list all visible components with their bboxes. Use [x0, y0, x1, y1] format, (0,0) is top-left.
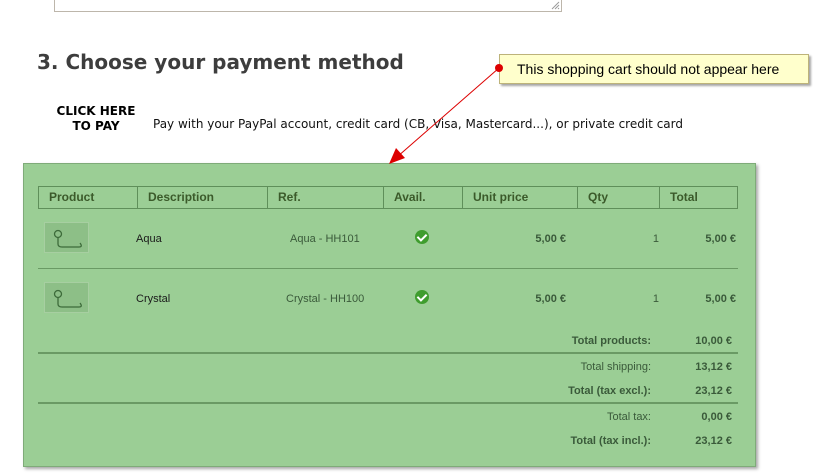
check-circle-icon	[415, 290, 429, 304]
total-tax-value: 0,00 €	[701, 411, 732, 423]
row-unit-price: 5,00 €	[535, 233, 566, 245]
hook-icon	[53, 289, 82, 308]
row-description[interactable]: Crystal	[136, 293, 170, 305]
total-products-label: Total products:	[571, 335, 651, 347]
shopping-cart: Product Description Ref. Avail. Unit pri…	[23, 163, 756, 467]
row-qty: 1	[652, 293, 659, 305]
payment-description: Pay with your PayPal account, credit car…	[153, 117, 683, 131]
col-total: Total	[670, 190, 698, 204]
row-total: 5,00 €	[705, 293, 736, 305]
total-tax-excl-value: 23,12 €	[695, 385, 732, 397]
col-description: Description	[138, 187, 268, 208]
product-thumbnail[interactable]	[44, 222, 89, 253]
col-unit-price: Unit price	[463, 187, 578, 208]
totals-divider	[38, 352, 738, 354]
col-qty: Qty	[578, 187, 660, 208]
comment-textarea[interactable]	[54, 0, 562, 12]
annotation-note: This shopping cart should not appear her…	[499, 54, 809, 84]
row-unit-price: 5,00 €	[535, 293, 566, 305]
total-tax-label: Total tax:	[606, 411, 651, 423]
section-heading: 3. Choose your payment method	[37, 50, 404, 74]
product-thumbnail[interactable]	[44, 282, 89, 313]
row-ref: Crystal - HH100	[286, 293, 365, 305]
col-product: Product	[39, 187, 138, 208]
total-tax-excl-label: Total (tax excl.):	[568, 385, 651, 397]
check-circle-icon	[415, 230, 429, 244]
total-products-value: 10,00 €	[695, 335, 732, 347]
hook-icon	[53, 229, 82, 248]
total-tax-incl-label: Total (tax incl.):	[570, 435, 651, 447]
row-total: 5,00 €	[705, 233, 736, 245]
cart-header: Product Description Ref. Avail. Unit pri…	[38, 186, 738, 209]
totals-divider	[38, 402, 738, 404]
resize-grip-icon[interactable]	[551, 1, 560, 10]
col-avail: Avail.	[384, 187, 463, 208]
row-divider	[38, 268, 738, 269]
row-description[interactable]: Aqua	[136, 233, 162, 245]
row-ref: Aqua - HH101	[290, 233, 360, 245]
total-tax-incl-value: 23,12 €	[695, 435, 732, 447]
row-qty: 1	[652, 233, 659, 245]
total-shipping-label: Total shipping:	[580, 361, 651, 373]
col-ref: Ref.	[268, 187, 384, 208]
total-shipping-value: 13,12 €	[695, 361, 732, 373]
click-to-pay-button[interactable]: CLICK HERE TO PAY	[55, 104, 137, 134]
